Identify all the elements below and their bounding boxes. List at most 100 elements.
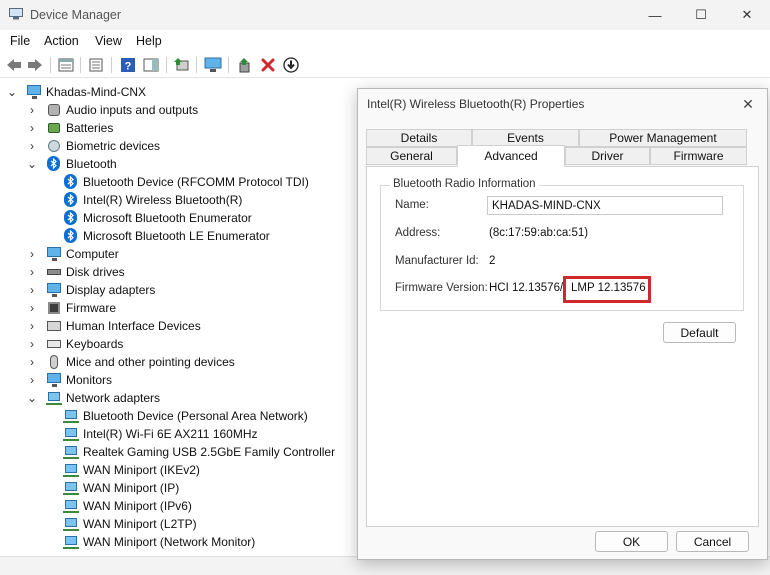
tree-item-bluetooth[interactable]: ⌄ Bluetooth bbox=[26, 155, 117, 173]
tree-item-label: Keyboards bbox=[66, 337, 124, 351]
tab-driver[interactable]: Driver bbox=[565, 147, 650, 165]
tree-leaf-label: Microsoft Bluetooth LE Enumerator bbox=[83, 229, 270, 243]
tree-item-computer[interactable]: › Computer bbox=[26, 245, 119, 263]
chevron-down-icon[interactable]: ⌄ bbox=[6, 85, 18, 99]
menu-file[interactable]: File bbox=[10, 34, 30, 48]
tree-leaf-label: WAN Miniport (IP) bbox=[83, 481, 180, 495]
mouse-icon bbox=[46, 354, 62, 370]
svg-text:?: ? bbox=[125, 61, 132, 73]
tree-item-label: Disk drives bbox=[66, 265, 125, 279]
cancel-button[interactable]: Cancel bbox=[676, 531, 749, 552]
menu-view[interactable]: View bbox=[95, 34, 122, 48]
network-adapter-icon bbox=[46, 390, 62, 406]
dialog-close-icon[interactable]: ✕ bbox=[735, 91, 761, 117]
chevron-right-icon[interactable]: › bbox=[26, 247, 38, 261]
tree-leaf-bluetooth[interactable]: Microsoft Bluetooth LE Enumerator bbox=[63, 227, 270, 245]
tree-item-disk[interactable]: › Disk drives bbox=[26, 263, 125, 281]
tree-item-batteries[interactable]: › Batteries bbox=[26, 119, 113, 137]
properties-icon[interactable] bbox=[57, 56, 75, 74]
chevron-right-icon[interactable]: › bbox=[26, 337, 38, 351]
tree-leaf-network[interactable]: WAN Miniport (IPv6) bbox=[63, 497, 192, 515]
chevron-right-icon[interactable]: › bbox=[26, 283, 38, 297]
update-driver-icon[interactable] bbox=[173, 56, 191, 74]
tab-general[interactable]: General bbox=[366, 147, 457, 165]
tab-power-management[interactable]: Power Management bbox=[579, 129, 747, 147]
toolbar-separator bbox=[196, 57, 197, 73]
menu-action[interactable]: Action bbox=[44, 34, 79, 48]
tree-leaf-network[interactable]: Realtek Gaming USB 2.5GbE Family Control… bbox=[63, 443, 335, 461]
firmware-icon bbox=[46, 300, 62, 316]
manufacturer-label: Manufacturer Id: bbox=[395, 255, 479, 267]
network-adapter-icon bbox=[63, 426, 79, 442]
disable-icon[interactable] bbox=[282, 56, 300, 74]
tree-root-label: Khadas-Mind-CNX bbox=[46, 85, 147, 99]
tree-item-firmware[interactable]: › Firmware bbox=[26, 299, 116, 317]
chevron-right-icon[interactable]: › bbox=[26, 121, 38, 135]
tab-firmware[interactable]: Firmware bbox=[650, 147, 747, 165]
network-adapter-icon bbox=[63, 462, 79, 478]
tree-leaf-label: WAN Miniport (IPv6) bbox=[83, 499, 192, 513]
tab-advanced[interactable]: Advanced bbox=[457, 145, 565, 167]
network-adapter-icon bbox=[63, 534, 79, 550]
tree-item-hid[interactable]: › Human Interface Devices bbox=[26, 317, 201, 335]
chevron-right-icon[interactable]: › bbox=[26, 139, 38, 153]
battery-icon bbox=[46, 120, 62, 136]
action-pane-icon[interactable] bbox=[142, 56, 160, 74]
tree-root[interactable]: ⌄ Khadas-Mind-CNX bbox=[6, 83, 146, 101]
tree-item-network[interactable]: ⌄ Network adapters bbox=[26, 389, 160, 407]
tree-item-label: Network adapters bbox=[66, 391, 161, 405]
chevron-right-icon[interactable]: › bbox=[26, 319, 38, 333]
help-icon[interactable]: ? bbox=[119, 56, 137, 74]
chevron-right-icon[interactable]: › bbox=[26, 373, 38, 387]
tree-item-mice[interactable]: › Mice and other pointing devices bbox=[26, 353, 235, 371]
toolbar-separator bbox=[111, 57, 112, 73]
ok-button[interactable]: OK bbox=[595, 531, 668, 552]
firmware-lmp-value: LMP 12.13576 bbox=[571, 282, 646, 294]
tree-item-keyboards[interactable]: › Keyboards bbox=[26, 335, 123, 353]
maximize-button[interactable]: ☐ bbox=[678, 0, 724, 30]
scan-hardware-icon[interactable] bbox=[204, 56, 222, 74]
tree-item-biometric[interactable]: › Biometric devices bbox=[26, 137, 160, 155]
tree-leaf-network[interactable]: Intel(R) Wi-Fi 6E AX211 160MHz bbox=[63, 425, 258, 443]
name-label: Name: bbox=[395, 199, 429, 211]
uninstall-icon[interactable] bbox=[259, 56, 277, 74]
back-icon[interactable] bbox=[5, 56, 23, 74]
chevron-right-icon[interactable]: › bbox=[26, 301, 38, 315]
network-adapter-icon bbox=[63, 480, 79, 496]
chevron-right-icon[interactable]: › bbox=[26, 103, 38, 117]
dialog-title: Intel(R) Wireless Bluetooth(R) Propertie… bbox=[367, 97, 585, 111]
tree-leaf-network[interactable]: Bluetooth Device (Personal Area Network) bbox=[63, 407, 308, 425]
tree-leaf-network[interactable]: WAN Miniport (IP) bbox=[63, 479, 179, 497]
name-field[interactable] bbox=[487, 196, 723, 215]
tree-leaf-network[interactable]: WAN Miniport (L2TP) bbox=[63, 515, 197, 533]
window-title: Device Manager bbox=[30, 8, 122, 22]
chevron-down-icon[interactable]: ⌄ bbox=[26, 391, 38, 405]
chevron-right-icon[interactable]: › bbox=[26, 265, 38, 279]
tree-item-label: Firmware bbox=[66, 301, 116, 315]
close-window-button[interactable]: ✕ bbox=[724, 0, 770, 30]
tree-leaf-bluetooth[interactable]: Microsoft Bluetooth Enumerator bbox=[63, 209, 252, 227]
tree-item-monitors[interactable]: › Monitors bbox=[26, 371, 112, 389]
computer-icon bbox=[46, 246, 62, 262]
tree-item-audio[interactable]: › Audio inputs and outputs bbox=[26, 101, 198, 119]
tree-leaf-label: WAN Miniport (Network Monitor) bbox=[83, 535, 256, 549]
hid-icon bbox=[46, 318, 62, 334]
keyboard-icon bbox=[46, 336, 62, 352]
forward-icon[interactable] bbox=[26, 56, 44, 74]
tree-leaf-bluetooth[interactable]: Bluetooth Device (RFCOMM Protocol TDI) bbox=[63, 173, 309, 191]
chevron-right-icon[interactable]: › bbox=[26, 355, 38, 369]
default-button[interactable]: Default bbox=[663, 322, 736, 343]
tree-leaf-label: Intel(R) Wireless Bluetooth(R) bbox=[83, 193, 243, 207]
toolbar-separator bbox=[50, 57, 51, 73]
details-icon[interactable] bbox=[87, 56, 105, 74]
tree-leaf-label: Bluetooth Device (RFCOMM Protocol TDI) bbox=[83, 175, 309, 189]
enable-device-icon[interactable] bbox=[236, 56, 254, 74]
chevron-down-icon[interactable]: ⌄ bbox=[26, 157, 38, 171]
tree-item-display[interactable]: › Display adapters bbox=[26, 281, 155, 299]
network-adapter-icon bbox=[63, 498, 79, 514]
tree-leaf-network[interactable]: WAN Miniport (Network Monitor) bbox=[63, 533, 255, 551]
menu-help[interactable]: Help bbox=[136, 34, 162, 48]
minimize-button[interactable]: — bbox=[632, 0, 678, 30]
tree-leaf-bluetooth[interactable]: Intel(R) Wireless Bluetooth(R) bbox=[63, 191, 242, 209]
tree-leaf-network[interactable]: WAN Miniport (IKEv2) bbox=[63, 461, 200, 479]
